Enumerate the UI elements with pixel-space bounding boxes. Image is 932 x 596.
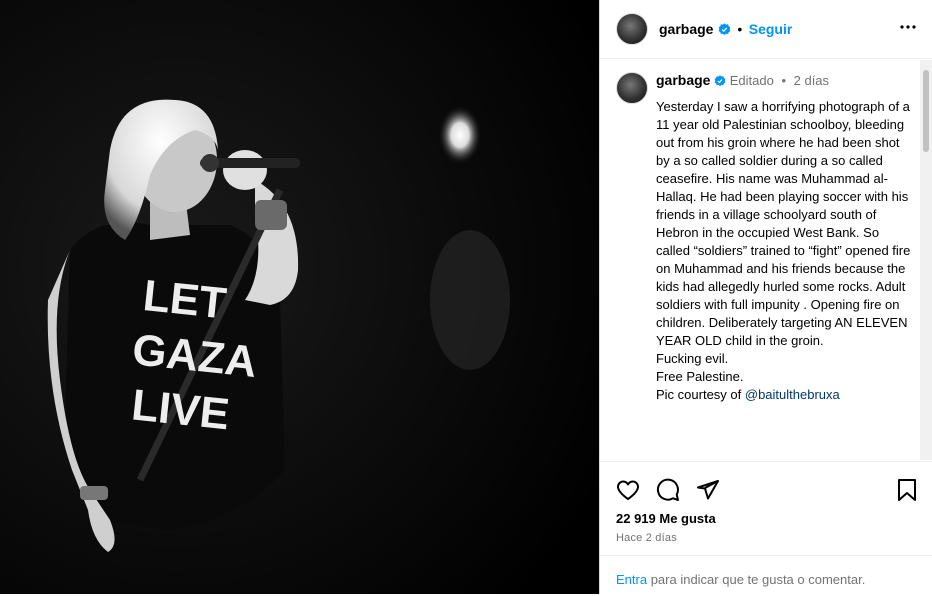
login-prompt: Entra para indicar que te gusta o coment… bbox=[600, 555, 932, 596]
bookmark-icon[interactable] bbox=[896, 478, 918, 507]
post-time[interactable]: Hace 2 días bbox=[616, 532, 677, 544]
mention-link[interactable]: @baitulthebruxa bbox=[745, 387, 840, 402]
shirt-text-line-3: LIVE bbox=[129, 380, 231, 439]
comment-icon[interactable] bbox=[656, 478, 680, 507]
login-prompt-text: para indicar que te gusta o comentar. bbox=[647, 572, 866, 587]
caption-text: Yesterday I saw a horrifying photograph … bbox=[656, 98, 914, 404]
comments-section[interactable]: garbage Editado • 2 días Yesterday I saw… bbox=[600, 60, 932, 460]
post-photo[interactable]: LET GAZA LIVE bbox=[0, 0, 599, 594]
share-icon[interactable] bbox=[696, 478, 720, 507]
meta-separator: • bbox=[781, 73, 786, 88]
avatar[interactable] bbox=[616, 13, 648, 45]
shirt-text-line-1: LET bbox=[141, 271, 229, 328]
caption-time: 2 días bbox=[793, 73, 830, 88]
edited-label: Editado bbox=[729, 73, 774, 88]
comments-scrollbar[interactable] bbox=[920, 60, 932, 460]
caption-username-link[interactable]: garbage bbox=[656, 72, 710, 88]
post-actions: 22 919 Me gusta Hace 2 días Entra para i… bbox=[600, 461, 932, 595]
login-link[interactable]: Entra bbox=[616, 572, 647, 587]
username-link[interactable]: garbage bbox=[659, 21, 713, 37]
verified-badge-icon bbox=[718, 23, 731, 41]
concert-photo-image: LET GAZA LIVE bbox=[0, 0, 599, 594]
scrollbar-thumb[interactable] bbox=[923, 70, 929, 152]
likes-count[interactable]: 22 919 Me gusta bbox=[616, 511, 716, 526]
caption-avatar[interactable] bbox=[616, 72, 648, 104]
header-separator: • bbox=[737, 21, 743, 37]
more-options-icon[interactable] bbox=[899, 18, 917, 41]
verified-badge-icon bbox=[714, 75, 726, 90]
post-header: garbage • Seguir bbox=[600, 0, 932, 59]
follow-button[interactable]: Seguir bbox=[749, 21, 793, 37]
caption-body: Yesterday I saw a horrifying photograph … bbox=[656, 99, 911, 402]
heart-icon[interactable] bbox=[616, 478, 640, 507]
post-side-panel: garbage • Seguir garbage Editado • 2 día… bbox=[599, 0, 932, 594]
